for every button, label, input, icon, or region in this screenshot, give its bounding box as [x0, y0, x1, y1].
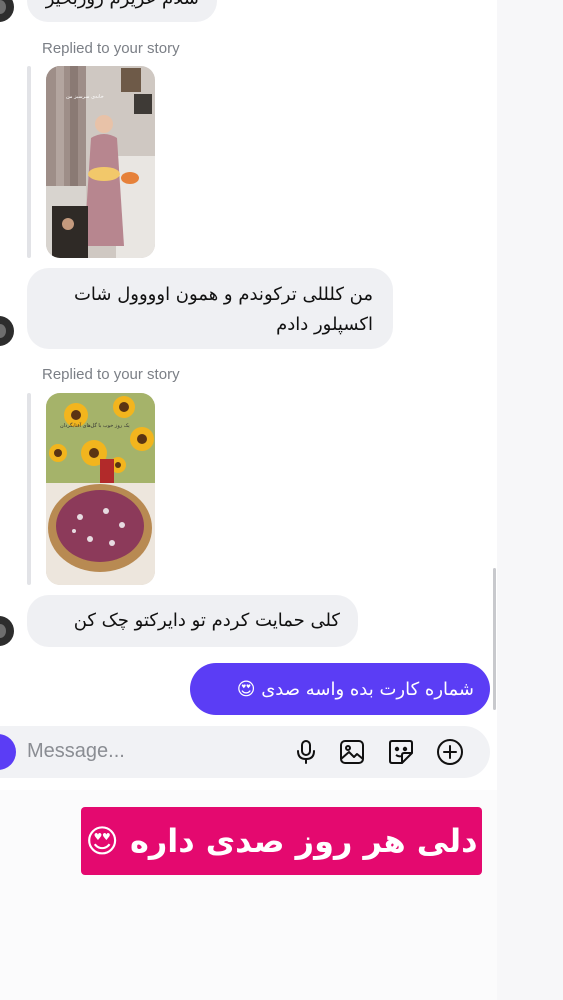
- reply-divider: [27, 393, 31, 585]
- caption-banner: دلی هر روز صدی داره 😍: [81, 807, 482, 875]
- message-bubble[interactable]: من کلللی ترکوندم و همون اوووول شات اکسپل…: [27, 268, 393, 349]
- story-image: خانه‌ی سرسبز من: [46, 66, 155, 258]
- message-text: کلی حمایت کردم تو دایرکتو چک کن: [73, 610, 340, 631]
- avatar[interactable]: [0, 0, 14, 22]
- banner-text: دلی هر روز صدی داره 😍: [85, 822, 478, 860]
- reply-label: Replied to your story: [42, 40, 180, 57]
- message-text: سلام عزیزم روزبخیر: [46, 0, 199, 9]
- message-bubble[interactable]: سلام عزیزم روزبخیر: [27, 0, 217, 22]
- add-icon[interactable]: [436, 738, 464, 766]
- side-panel: [497, 0, 563, 1000]
- story-caption: خانه‌ی سرسبز من: [66, 94, 104, 100]
- reply-divider: [27, 66, 31, 258]
- message-bubble[interactable]: کلی حمایت کردم تو دایرکتو چک کن: [27, 595, 358, 647]
- reply-label: Replied to your story: [42, 366, 180, 383]
- story-caption: یک روز خوب با گل‌های آفتابگردان: [60, 422, 130, 429]
- outgoing-message-bubble[interactable]: شماره کارت بده واسه صدی 😍: [190, 663, 490, 715]
- gallery-icon[interactable]: [338, 738, 366, 766]
- story-image: یک روز خوب با گل‌های آفتابگردان: [46, 393, 155, 585]
- microphone-icon[interactable]: [292, 738, 320, 766]
- message-text: شماره کارت بده واسه صدی 😍: [236, 678, 474, 700]
- chat-thread[interactable]: سلام عزیزم روزبخیر Replied to your story…: [0, 0, 497, 790]
- avatar[interactable]: [0, 316, 14, 346]
- message-text: من کلللی ترکوندم و همون اوووول شات اکسپل…: [73, 284, 373, 335]
- story-thumbnail[interactable]: خانه‌ی سرسبز من: [46, 66, 155, 258]
- scrollbar[interactable]: [493, 568, 496, 710]
- avatar[interactable]: [0, 616, 14, 646]
- sticker-icon[interactable]: [387, 738, 415, 766]
- story-thumbnail[interactable]: یک روز خوب با گل‌های آفتابگردان: [46, 393, 155, 585]
- message-input[interactable]: Message...: [27, 740, 125, 763]
